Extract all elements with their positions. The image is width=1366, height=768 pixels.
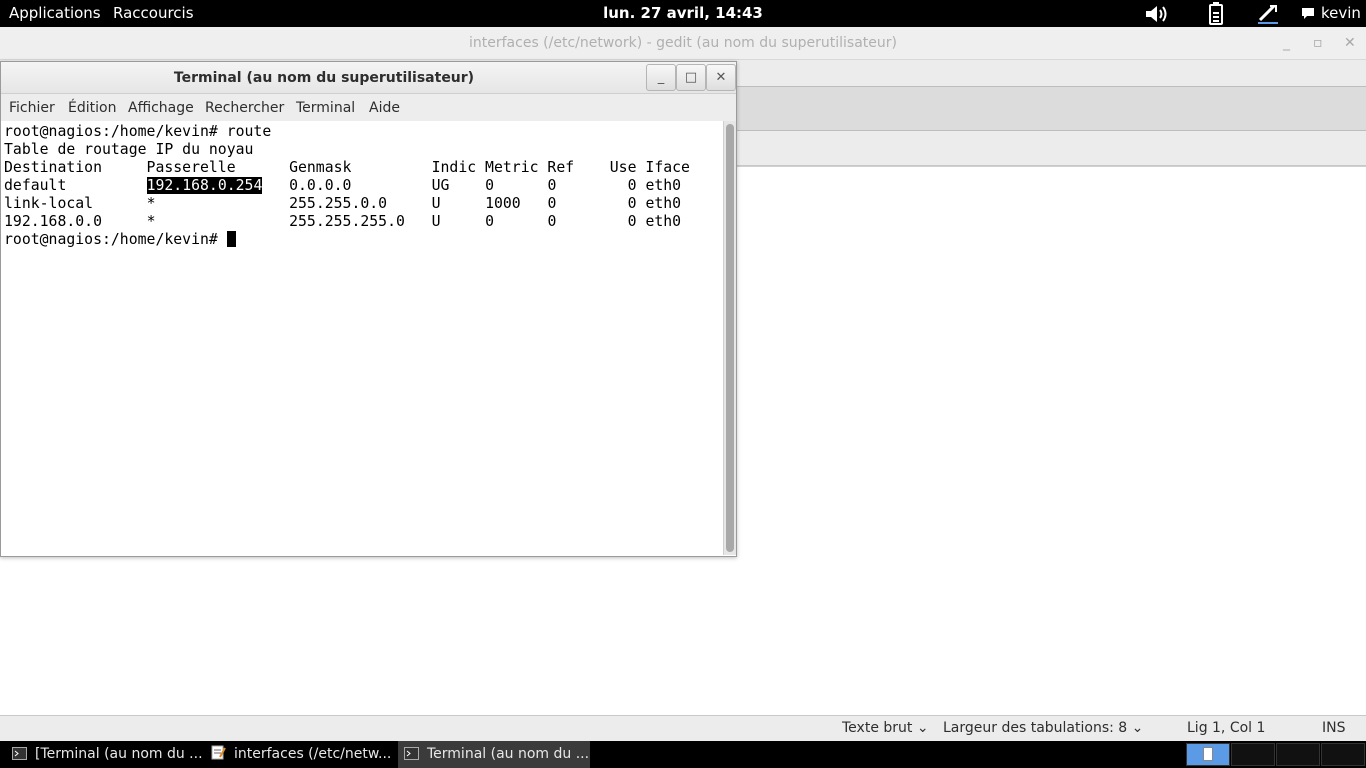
route-gateway: * xyxy=(146,195,263,212)
battery-icon[interactable] xyxy=(1206,2,1226,25)
top-panel: Applications Raccourcis lun. 27 avril, 1… xyxy=(0,0,1366,27)
network-icon[interactable] xyxy=(1256,2,1280,25)
chevron-down-icon: ⌄ xyxy=(916,720,929,736)
insert-mode: INS xyxy=(1322,720,1346,736)
task-terminal-2[interactable]: Terminal (au nom du ... xyxy=(398,741,590,768)
route-table-header: Destination Passerelle Genmask Indic Met… xyxy=(4,159,690,176)
menu-edition[interactable]: Édition xyxy=(68,100,116,116)
terminal-icon xyxy=(12,743,27,760)
syntax-selector[interactable]: Texte brut ⌄ xyxy=(842,720,929,736)
route-details: 0.0.0.0 UG 0 0 0 eth0 xyxy=(262,177,682,194)
user-menu[interactable]: kevin xyxy=(1321,4,1361,22)
workspace-3[interactable] xyxy=(1276,743,1320,766)
cursor-position: Lig 1, Col 1 xyxy=(1187,720,1266,736)
tab-width-value: 8 xyxy=(1118,720,1128,736)
route-details: 255.255.255.0 U 0 0 0 eth0 xyxy=(262,213,682,230)
terminal-titlebar[interactable]: Terminal (au nom du superutilisateur) _ … xyxy=(1,62,736,94)
task-gedit[interactable]: interfaces (/etc/netw... xyxy=(205,741,395,768)
route-row: link-local * 255.255.0.0 U 1000 0 0 eth0 xyxy=(4,195,681,213)
workspace-4[interactable] xyxy=(1321,743,1365,766)
route-gateway: * xyxy=(146,213,263,230)
route-row: default 192.168.0.254 0.0.0.0 UG 0 0 0 e… xyxy=(4,177,681,195)
maximize-button[interactable]: □ xyxy=(676,64,706,91)
prompt: root@nagios:/home/kevin# xyxy=(4,231,227,248)
route-row: 192.168.0.0 * 255.255.255.0 U 0 0 0 eth0 xyxy=(4,213,681,231)
gedit-titlebar[interactable]: interfaces (/etc/network) - gedit (au no… xyxy=(0,27,1366,60)
menu-aide[interactable]: Aide xyxy=(369,100,400,116)
terminal-output[interactable]: root@nagios:/home/kevin# route Table de … xyxy=(1,121,723,555)
task-terminal-1[interactable]: [Terminal (au nom du ... xyxy=(12,741,202,768)
chat-icon[interactable] xyxy=(1300,2,1316,25)
workspace-2[interactable] xyxy=(1231,743,1275,766)
terminal-window: Terminal (au nom du superutilisateur) _ … xyxy=(0,61,737,557)
output-heading: Table de routage IP du noyau xyxy=(4,141,254,158)
task-label: interfaces (/etc/netw... xyxy=(234,746,392,762)
workspace-window-thumb xyxy=(1203,747,1213,761)
syntax-label: Texte brut xyxy=(842,720,913,736)
terminal-menubar: Fichier Édition Affichage Rechercher Ter… xyxy=(1,94,736,121)
menu-rechercher[interactable]: Rechercher xyxy=(205,100,284,116)
terminal-icon xyxy=(404,743,419,760)
menu-fichier[interactable]: Fichier xyxy=(9,100,55,116)
menu-affichage[interactable]: Affichage xyxy=(128,100,194,116)
command-line: root@nagios:/home/kevin# route xyxy=(4,123,272,140)
text-cursor xyxy=(226,231,236,247)
route-destination: 192.168.0.0 xyxy=(4,213,138,230)
prompt-line: root@nagios:/home/kevin# xyxy=(4,231,236,249)
scrollbar-thumb[interactable] xyxy=(726,124,734,552)
route-details: 255.255.0.0 U 1000 0 0 eth0 xyxy=(262,195,682,212)
route-destination: link-local xyxy=(4,195,138,212)
route-gateway-selected: 192.168.0.254 xyxy=(146,177,263,194)
terminal-title: Terminal (au nom du superutilisateur) xyxy=(173,70,475,86)
route-destination: default xyxy=(4,177,138,194)
task-label: Terminal (au nom du ... xyxy=(427,746,590,762)
task-label: [Terminal (au nom du ... xyxy=(35,746,202,762)
tab-width-selector[interactable]: Largeur des tabulations: 8 ⌄ xyxy=(943,720,1143,736)
shortcuts-menu[interactable]: Raccourcis xyxy=(113,4,194,22)
gedit-statusbar: Texte brut ⌄ Largeur des tabulations: 8 … xyxy=(0,715,1366,741)
close-button[interactable]: ✕ xyxy=(706,64,736,91)
volume-icon[interactable] xyxy=(1144,2,1170,25)
menu-terminal[interactable]: Terminal xyxy=(296,100,355,116)
workspace-1[interactable] xyxy=(1186,743,1230,766)
gedit-maximize-button[interactable]: ▫ xyxy=(1313,27,1323,60)
applications-menu[interactable]: Applications xyxy=(9,4,101,22)
text-editor-icon xyxy=(211,743,226,760)
tab-width-label: Largeur des tabulations: xyxy=(943,720,1114,736)
terminal-scrollbar[interactable] xyxy=(723,121,736,555)
gedit-close-button[interactable]: ✕ xyxy=(1344,27,1356,60)
taskbar: [Terminal (au nom du ... interfaces (/et… xyxy=(0,741,1366,768)
chevron-down-icon: ⌄ xyxy=(1131,720,1144,736)
gedit-minimize-button[interactable]: _ xyxy=(1283,27,1290,60)
minimize-button[interactable]: _ xyxy=(646,64,676,91)
